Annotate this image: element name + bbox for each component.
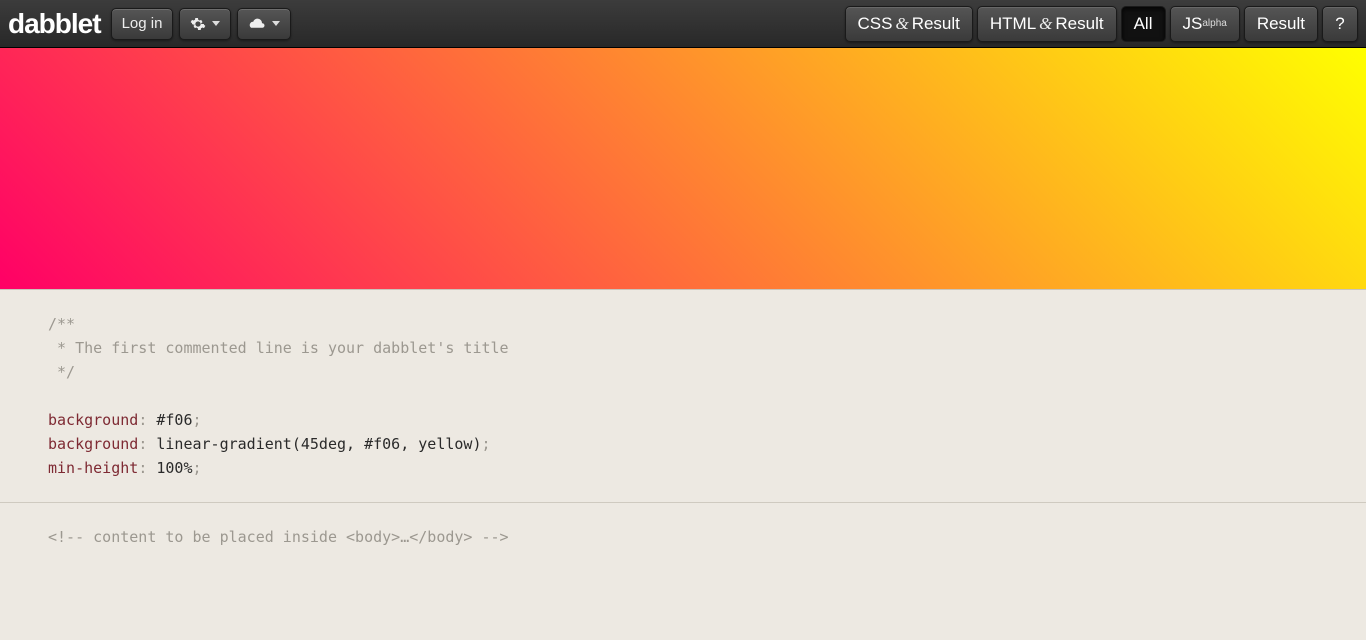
tab-all[interactable]: All bbox=[1121, 6, 1166, 42]
tab-label: Result bbox=[912, 14, 960, 34]
tab-css-result[interactable]: CSS&Result bbox=[845, 6, 973, 42]
tab-result[interactable]: Result bbox=[1244, 6, 1318, 42]
view-tabs: CSS&Result HTML&Result All JSalpha Resul… bbox=[845, 6, 1359, 42]
css-editor[interactable]: /** * The first commented line is your d… bbox=[0, 290, 1366, 503]
tab-label: JS bbox=[1183, 14, 1203, 34]
settings-button[interactable] bbox=[179, 8, 231, 40]
cloud-button[interactable] bbox=[237, 8, 291, 40]
tab-label: ? bbox=[1335, 14, 1344, 34]
ampersand: & bbox=[1036, 14, 1055, 34]
toolbar: dabblet Log in CSS&Result HTML&Result Al… bbox=[0, 0, 1366, 48]
tab-label: HTML bbox=[990, 14, 1036, 34]
cloud-icon bbox=[248, 17, 266, 31]
tab-label: CSS bbox=[858, 14, 893, 34]
caret-icon bbox=[212, 21, 220, 26]
tab-html-result[interactable]: HTML&Result bbox=[977, 6, 1117, 42]
tab-sub: alpha bbox=[1202, 18, 1226, 29]
ampersand: & bbox=[892, 14, 911, 34]
result-preview bbox=[0, 48, 1366, 290]
tab-help[interactable]: ? bbox=[1322, 6, 1358, 42]
tab-js[interactable]: JSalpha bbox=[1170, 6, 1240, 42]
login-label: Log in bbox=[122, 15, 163, 32]
tab-label: Result bbox=[1257, 14, 1305, 34]
tab-label: All bbox=[1134, 14, 1153, 34]
gear-icon bbox=[190, 16, 206, 32]
logo[interactable]: dabblet bbox=[8, 8, 101, 40]
login-button[interactable]: Log in bbox=[111, 8, 174, 40]
caret-icon bbox=[272, 21, 280, 26]
tab-label: Result bbox=[1055, 14, 1103, 34]
html-editor[interactable]: <!-- content to be placed inside <body>…… bbox=[0, 503, 1366, 571]
